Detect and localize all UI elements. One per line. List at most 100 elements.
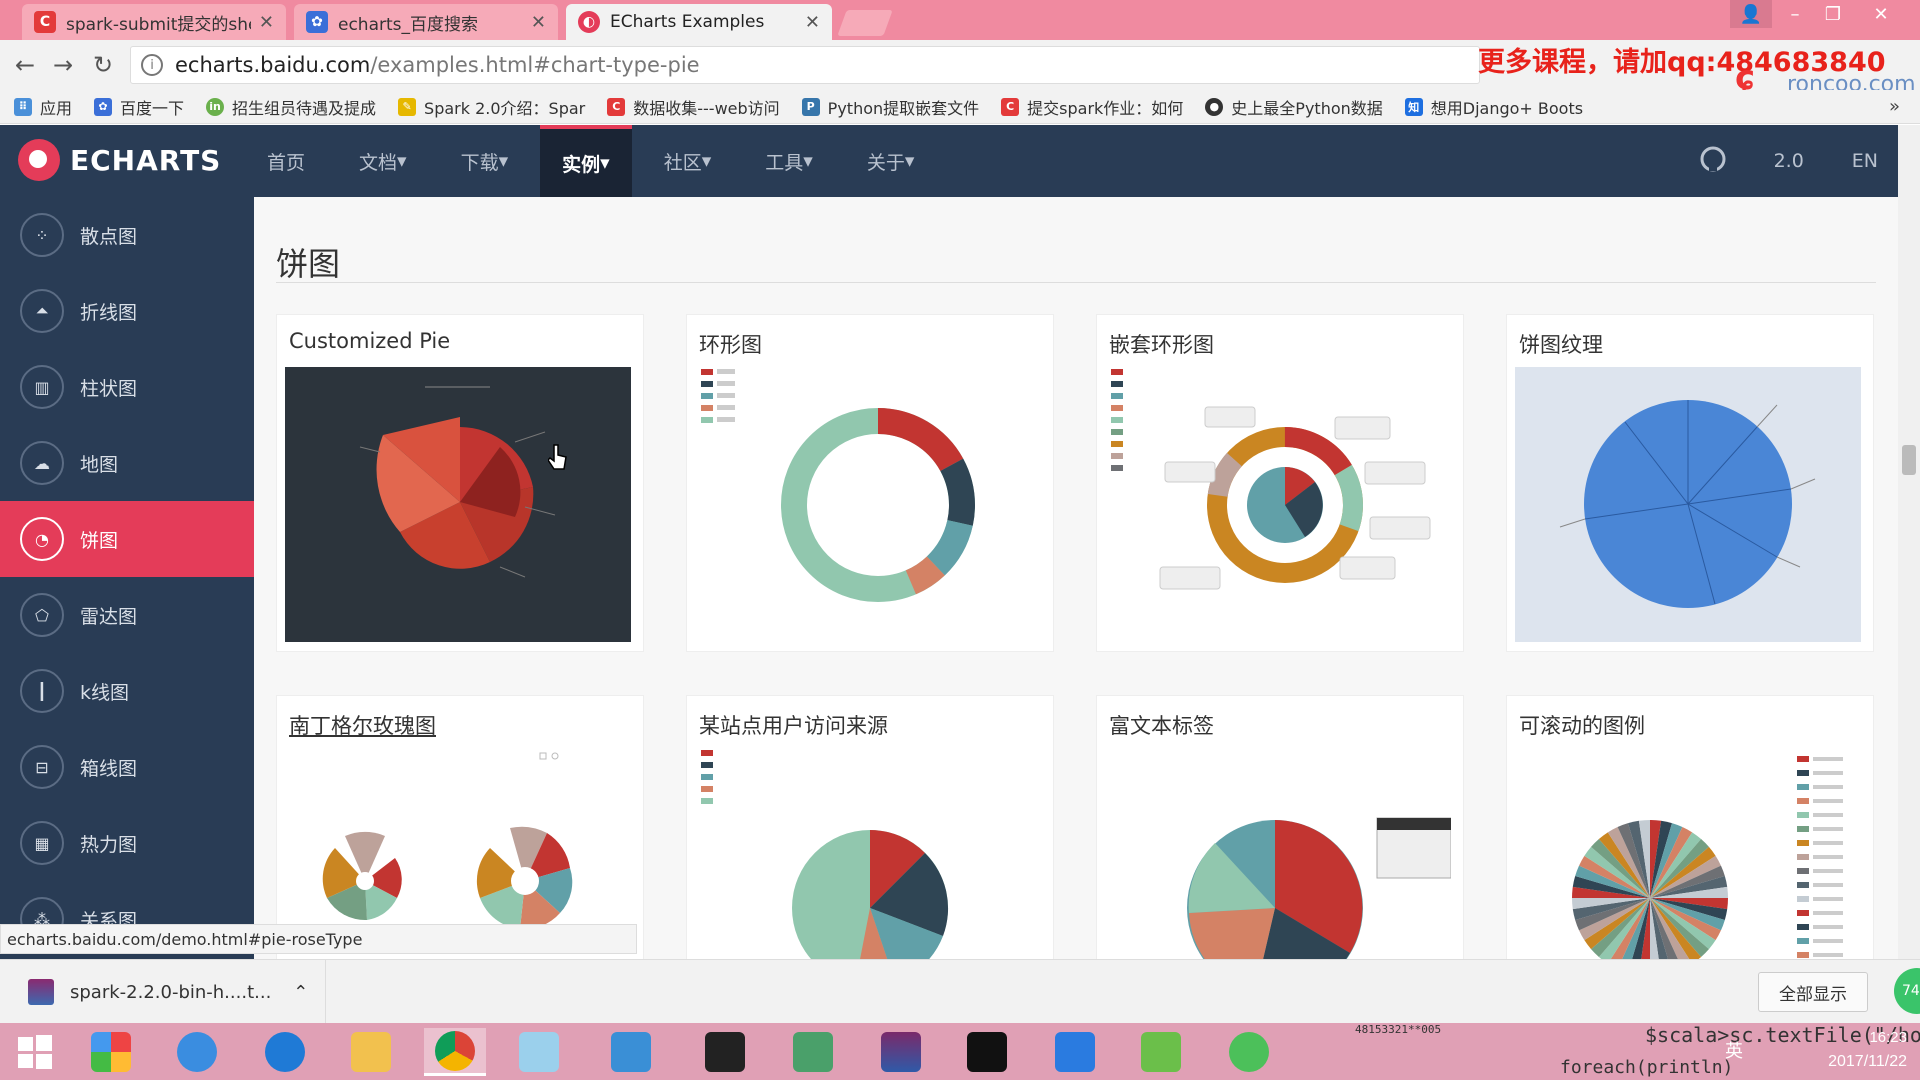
card-thumbnail[interactable] — [695, 367, 1041, 642]
card-thumbnail[interactable] — [285, 367, 631, 642]
cmd-icon[interactable] — [694, 1028, 756, 1076]
app-window-icon[interactable] — [600, 1028, 662, 1076]
download-bar: spark-2.2.0-bin-h....t... ⌃ 全部显示 74 — [0, 959, 1920, 1024]
example-card-pie-texture[interactable]: 饼图纹理 — [1506, 314, 1874, 652]
info-icon[interactable]: i — [141, 54, 163, 76]
page-scrollbar[interactable] — [1898, 125, 1920, 959]
browser-e-icon[interactable] — [166, 1028, 228, 1076]
winrar-icon[interactable] — [870, 1028, 932, 1076]
example-card-rich-text-label[interactable]: 富文本标签 — [1096, 695, 1464, 959]
example-card-visit-source[interactable]: 某站点用户访问来源 — [686, 695, 1054, 959]
sidebar-item-label: 雷达图 — [80, 605, 138, 628]
nav-download[interactable]: 下载 ▾ — [439, 125, 531, 197]
echarts-logo[interactable]: ECHARTS — [18, 139, 221, 181]
card-thumbnail[interactable] — [1105, 748, 1451, 959]
restore-button[interactable]: ❐ — [1812, 0, 1854, 28]
nav-home[interactable]: 首页 — [245, 125, 327, 197]
sidebar-item-heatmap[interactable]: ▦ 热力图 — [0, 805, 254, 881]
sidebar-item-radar[interactable]: ⬠ 雷达图 — [0, 577, 254, 653]
bookmark-label: 数据收集---web访问 — [633, 98, 780, 118]
close-window-button[interactable]: ✕ — [1860, 0, 1902, 28]
example-card-doughnut[interactable]: 环形图 — [686, 314, 1054, 652]
card-thumbnail[interactable] — [1515, 748, 1861, 959]
bookmark-python-extract[interactable]: P Python提取嵌套文件 — [801, 95, 979, 119]
browser-tab-echarts-examples[interactable]: ◐ ECharts Examples ✕ — [566, 4, 832, 40]
candlestick-icon: ┃ — [20, 669, 64, 713]
browser-tab-baidu-search[interactable]: ✿ echarts_百度搜索 ✕ — [294, 4, 558, 40]
reload-icon[interactable]: ↻ — [88, 50, 118, 80]
sidebar-item-map[interactable]: ☁ 地图 — [0, 425, 254, 501]
chevron-up-icon[interactable]: ⌃ — [293, 982, 308, 1003]
download-item[interactable]: spark-2.2.0-bin-h....t... ⌃ — [0, 960, 326, 1024]
link-status-url: echarts.baidu.com/demo.html#pie-roseType — [0, 924, 637, 954]
heatmap-icon: ▦ — [20, 821, 64, 865]
nav-tools[interactable]: 工具 ▾ — [743, 125, 835, 197]
word-app-icon[interactable] — [1044, 1028, 1106, 1076]
sidebar-item-boxplot[interactable]: ⊟ 箱线图 — [0, 729, 254, 805]
bookmark-data-collect[interactable]: C 数据收集---web访问 — [607, 95, 780, 119]
close-icon[interactable]: ✕ — [259, 12, 274, 33]
example-card-nightingale-rose[interactable]: 南丁格尔玫瑰图 — [276, 695, 644, 959]
close-icon[interactable]: ✕ — [805, 12, 820, 33]
browser-tab-spark-submit[interactable]: C spark-submit提交的she ✕ — [22, 4, 286, 40]
example-card-nested-doughnut[interactable]: 嵌套环形图 — [1096, 314, 1464, 652]
bookmark-spark-intro[interactable]: ✎ Spark 2.0介绍：Spar — [398, 95, 585, 119]
card-thumbnail[interactable] — [1105, 367, 1451, 642]
bookmark-recruit[interactable]: in 招生组员待遇及提成 — [206, 95, 376, 119]
sidebar-item-label: 地图 — [80, 453, 119, 476]
close-icon[interactable]: ✕ — [531, 12, 546, 33]
forward-arrow-icon[interactable]: → — [48, 50, 78, 80]
back-arrow-icon[interactable]: ← — [10, 50, 40, 80]
version-link[interactable]: 2.0 — [1774, 150, 1804, 172]
show-all-downloads-button[interactable]: 全部显示 — [1758, 972, 1868, 1012]
chrome-icon[interactable] — [424, 1028, 486, 1076]
sidebar-item-scatter[interactable]: ⁘ 散点图 — [0, 197, 254, 273]
github-icon[interactable] — [1700, 146, 1726, 177]
chart-app-icon[interactable] — [1130, 1028, 1192, 1076]
network-icon[interactable] — [782, 1028, 844, 1076]
bookmark-apps[interactable]: ⠿ 应用 — [14, 95, 72, 119]
header-right: 2.0 EN — [1652, 125, 1878, 197]
file-explorer-icon[interactable] — [340, 1028, 402, 1076]
nav-docs[interactable]: 文档 ▾ — [337, 125, 429, 197]
map-icon: ☁ — [20, 441, 64, 485]
floating-badge[interactable]: 74 — [1894, 968, 1920, 1014]
windows-start-icon[interactable] — [4, 1028, 66, 1076]
top-nav: 首页 文档 ▾ 下载 ▾ 实例 ▾ 社区 ▾ 工具 ▾ 关于 ▾ — [245, 125, 946, 197]
user-profile-icon[interactable]: 👤 — [1730, 0, 1772, 28]
ime-indicator[interactable]: 英 — [1725, 1037, 1743, 1063]
clock-date[interactable]: 2017/11/22 — [1803, 1053, 1907, 1071]
nav-community[interactable]: 社区 ▾ — [642, 125, 734, 197]
internet-explorer-icon[interactable] — [254, 1028, 316, 1076]
bookmark-baidu[interactable]: ✿ 百度一下 — [94, 95, 184, 119]
legend-text-placeholder — [1813, 841, 1843, 845]
sidebar-item-bar[interactable]: ▥ 柱状图 — [0, 349, 254, 425]
bookmarks-overflow-icon[interactable]: » — [1889, 96, 1900, 117]
card-thumbnail[interactable] — [1515, 367, 1861, 642]
scrollbar-thumb[interactable] — [1902, 445, 1916, 475]
language-link[interactable]: EN — [1852, 150, 1878, 172]
sync-app-icon[interactable] — [1218, 1028, 1280, 1076]
nav-about[interactable]: 关于 ▾ — [845, 125, 937, 197]
legend-swatch — [1797, 854, 1809, 860]
bookmark-python-data[interactable]: ● 史上最全Python数据 — [1205, 95, 1383, 119]
bookmark-spark-submit[interactable]: C 提交spark作业：如何 — [1001, 95, 1183, 119]
example-card-scrollable-legend[interactable]: 可滚动的图例 — [1506, 695, 1874, 959]
github-cat-icon: ● — [1205, 97, 1224, 116]
sidebar-item-pie[interactable]: ◔ 饼图 — [0, 501, 254, 577]
address-bar[interactable]: i echarts.baidu.com/examples.html#chart-… — [130, 46, 1480, 84]
bookmark-django[interactable]: 知想用Django+ Boots — [1404, 95, 1583, 119]
new-tab-button[interactable] — [837, 10, 893, 36]
sidebar-item-candlestick[interactable]: ┃ k线图 — [0, 653, 254, 729]
minimize-button[interactable]: – — [1774, 0, 1816, 28]
example-card-customized-pie[interactable]: Customized Pie — [276, 314, 644, 652]
nav-examples[interactable]: 实例 ▾ — [540, 125, 632, 197]
card-thumbnail[interactable] — [695, 748, 1041, 959]
notepad-icon[interactable] — [508, 1028, 570, 1076]
app-icon-colorful[interactable] — [80, 1028, 142, 1076]
c-logo-icon: C — [607, 97, 626, 116]
legend-text-placeholder — [1813, 771, 1843, 775]
clock-time[interactable]: 16:23 — [1827, 1029, 1907, 1046]
intellij-icon[interactable] — [956, 1028, 1018, 1076]
sidebar-item-line[interactable]: ⏶ 折线图 — [0, 273, 254, 349]
